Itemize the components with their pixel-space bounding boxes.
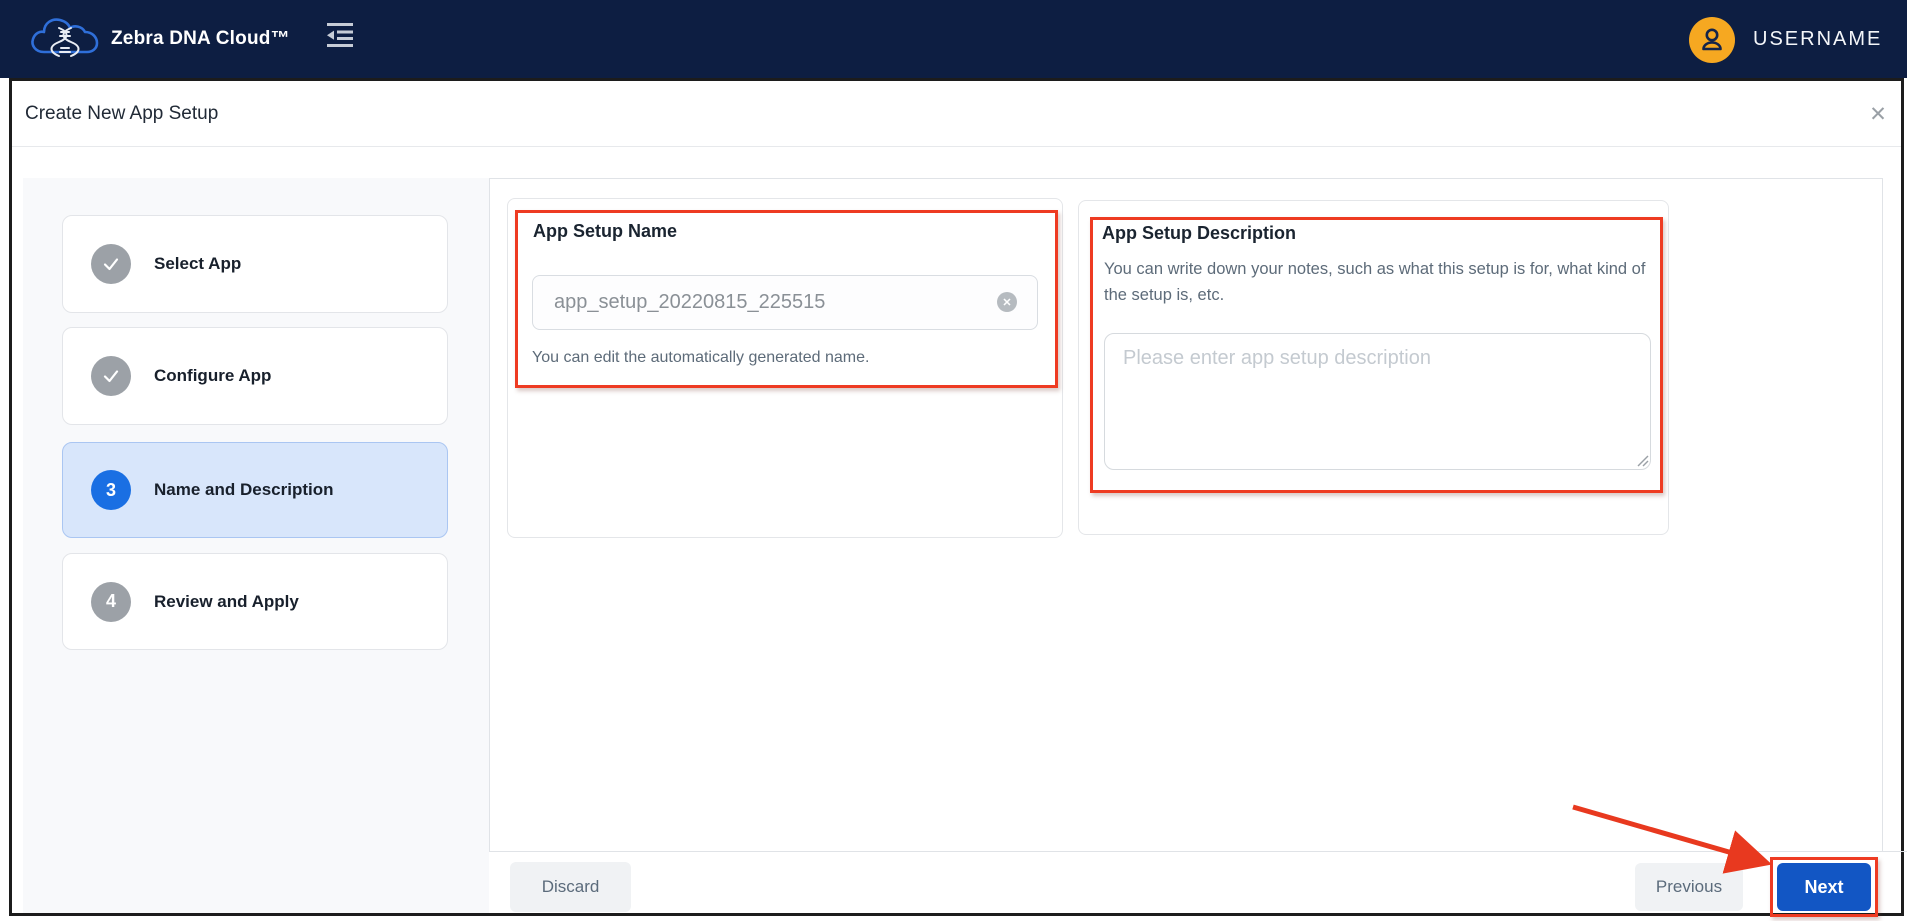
cloud-dna-logo-icon bbox=[27, 12, 107, 68]
create-app-setup-dialog: Create New App Setup ✕ Select App Config… bbox=[9, 78, 1904, 916]
step-select-app[interactable]: Select App bbox=[62, 215, 448, 313]
resize-handle-icon[interactable] bbox=[1635, 453, 1649, 467]
step-number-badge: 4 bbox=[91, 582, 131, 622]
clear-x-icon[interactable]: ✕ bbox=[997, 292, 1017, 312]
app-setup-description-card: App Setup Description You can write down… bbox=[1078, 200, 1669, 535]
previous-button[interactable]: Previous bbox=[1635, 863, 1743, 911]
username-label[interactable]: USERNAME bbox=[1753, 0, 1882, 78]
step-label: Name and Description bbox=[154, 480, 334, 500]
name-helper-text: You can edit the automatically generated… bbox=[532, 349, 869, 367]
description-card-title: App Setup Description bbox=[1102, 223, 1296, 244]
user-avatar[interactable] bbox=[1689, 17, 1735, 63]
step-review-and-apply[interactable]: 4 Review and Apply bbox=[62, 553, 448, 650]
step-number-badge: 3 bbox=[91, 470, 131, 510]
collapse-menu-icon[interactable] bbox=[326, 22, 354, 48]
checkmark-icon bbox=[91, 244, 131, 284]
step-name-and-description[interactable]: 3 Name and Description bbox=[62, 442, 448, 538]
name-card-title: App Setup Name bbox=[533, 221, 677, 242]
wizard-steps-sidebar: Select App Configure App 3 Name and Desc… bbox=[23, 178, 489, 913]
step-label: Configure App bbox=[154, 366, 271, 386]
next-button[interactable]: Next bbox=[1777, 863, 1871, 911]
app-setup-description-textarea[interactable] bbox=[1104, 333, 1651, 470]
top-navbar: Zebra DNA Cloud™ USERNAME bbox=[0, 0, 1907, 78]
app-brand-title: Zebra DNA Cloud™ bbox=[111, 0, 290, 78]
discard-button[interactable]: Discard bbox=[510, 862, 631, 912]
footer-divider bbox=[1883, 851, 1907, 852]
checkmark-icon bbox=[91, 356, 131, 396]
person-icon bbox=[1697, 25, 1727, 55]
close-icon[interactable]: ✕ bbox=[1860, 99, 1896, 131]
step-content-panel: App Setup Name ✕ You can edit the automa… bbox=[489, 178, 1883, 852]
step-label: Select App bbox=[154, 254, 241, 274]
step-label: Review and Apply bbox=[154, 592, 299, 612]
step-configure-app[interactable]: Configure App bbox=[62, 327, 448, 425]
title-divider bbox=[12, 146, 1901, 147]
description-hint-text: You can write down your notes, such as w… bbox=[1104, 256, 1664, 308]
app-setup-name-input[interactable] bbox=[532, 275, 1038, 330]
app-setup-name-card: App Setup Name ✕ You can edit the automa… bbox=[507, 198, 1063, 538]
page-title: Create New App Setup bbox=[25, 103, 218, 125]
